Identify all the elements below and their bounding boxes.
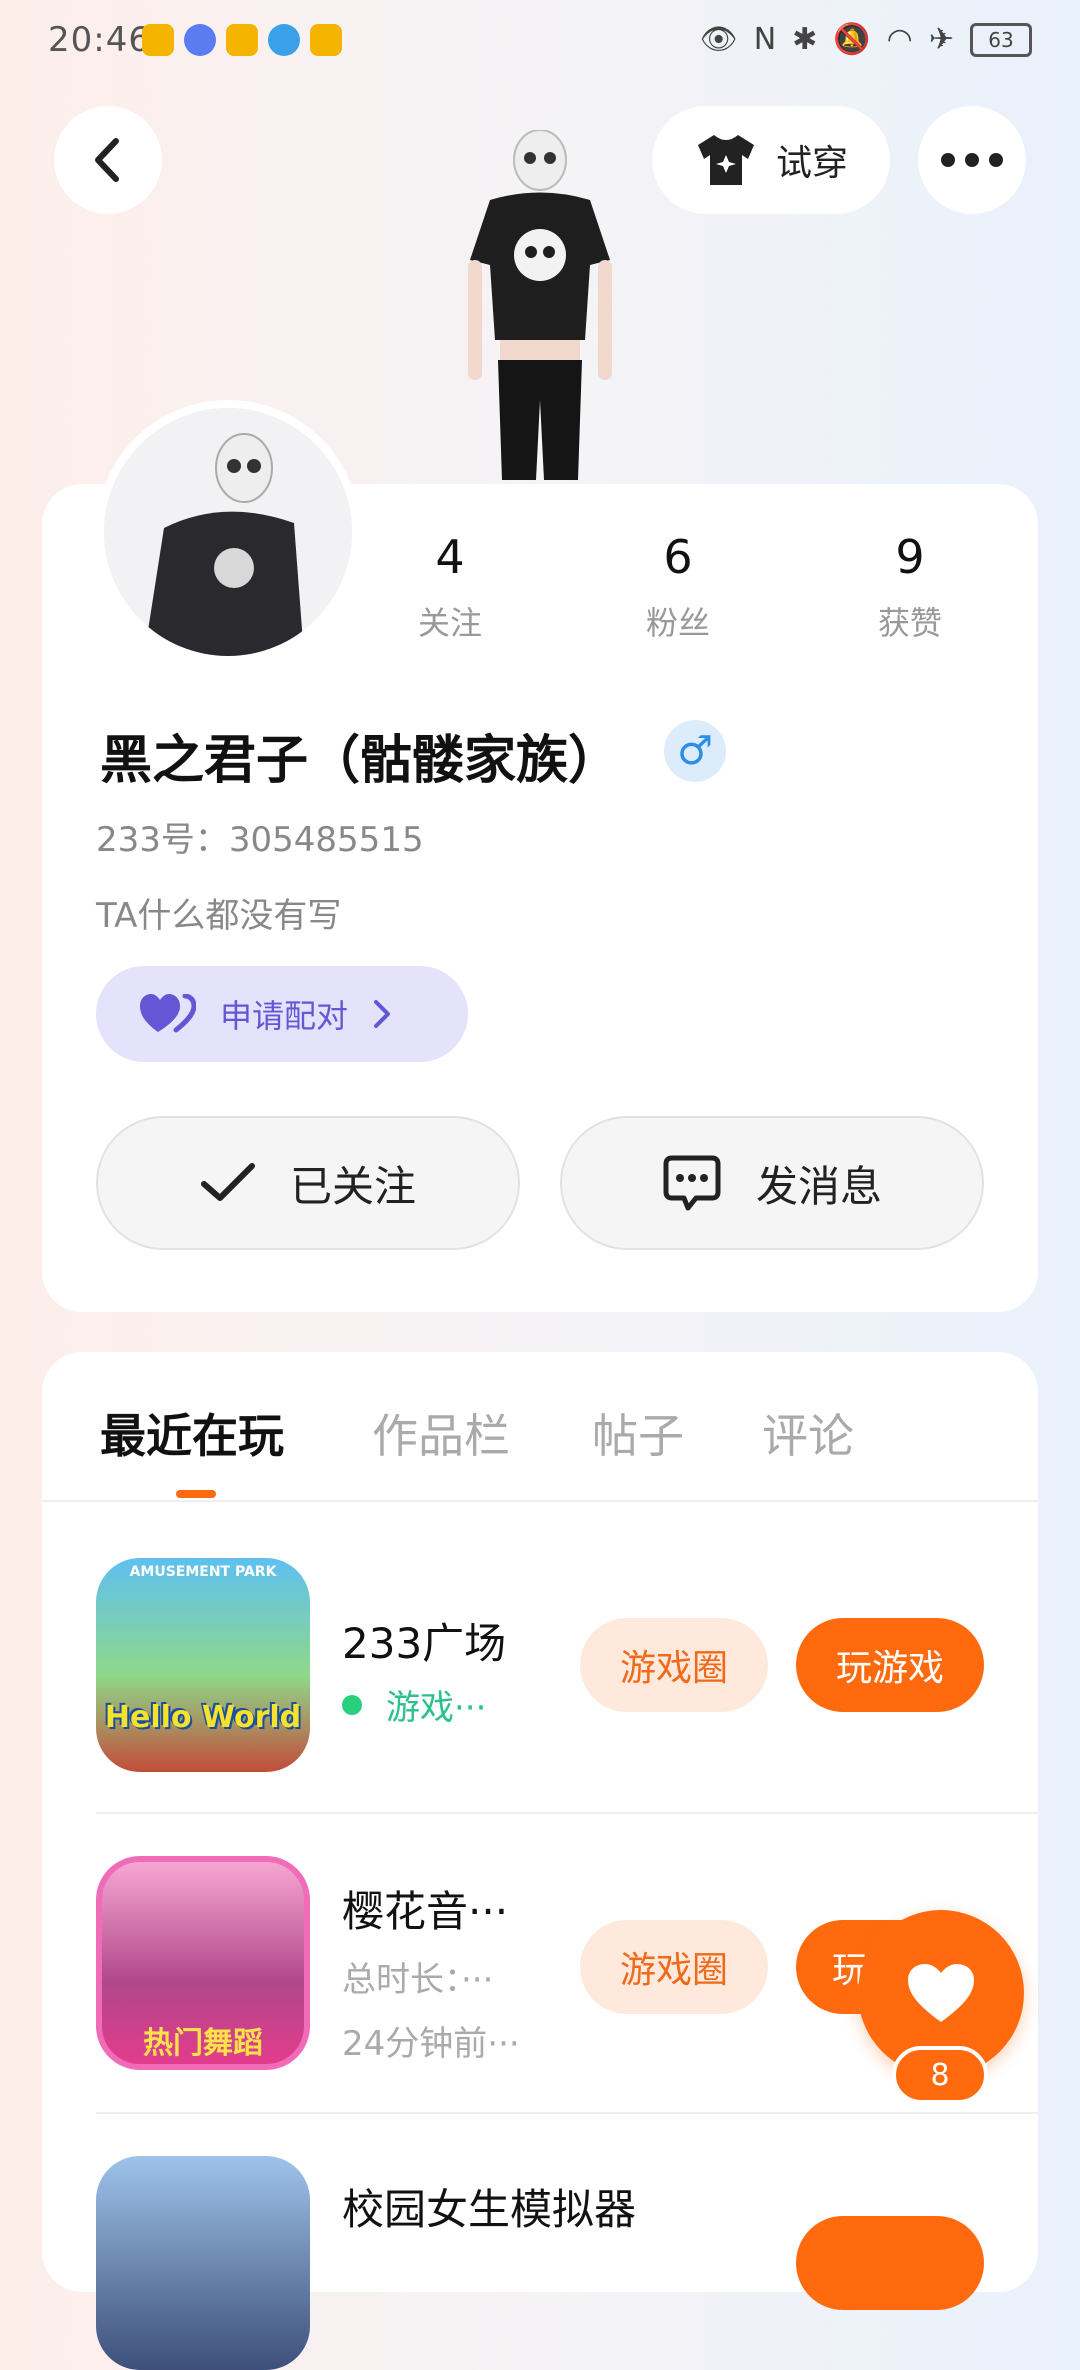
online-dot-icon <box>342 1694 362 1715</box>
apply-pair-button[interactable]: 申请配对 <box>96 966 468 1062</box>
game-last-played: 24分钟前··· <box>342 2024 520 2064</box>
eye-icon: 👁 <box>699 22 738 57</box>
tab-recent-play[interactable]: 最近在玩 <box>100 1400 284 1466</box>
game-total-duration: 总时长：··· <box>342 1960 494 2000</box>
system-icons: 👁 N ✱ 🔕 ◠ ✈ 63 <box>700 22 1032 57</box>
weibo-notification-icon <box>142 24 174 56</box>
tab-posts[interactable]: 帖子 <box>592 1400 684 1466</box>
followed-button[interactable]: 已关注 <box>96 1116 520 1250</box>
game-icon-text: 热门舞蹈 <box>143 2026 263 2061</box>
game-status: 游戏··· <box>342 1680 486 1729</box>
try-on-label: 试穿 <box>775 143 848 184</box>
wifi-icon: ◠ <box>886 22 913 57</box>
stat-label: 粉丝 <box>645 604 710 642</box>
game-circle-button[interactable]: 游戏圈 <box>580 1618 768 1712</box>
play-game-button[interactable]: 玩游戏 <box>796 1618 984 1712</box>
row-divider <box>96 1812 1038 1814</box>
try-on-button[interactable]: 试穿 <box>652 106 890 214</box>
game-icon-text: Hello World <box>104 1700 302 1735</box>
heart-icon <box>908 1964 974 2022</box>
music-notification-icon <box>184 24 216 56</box>
game-icon-233-plaza[interactable]: AMUSEMENT PARK Hello World <box>96 1558 310 1772</box>
active-tab-indicator <box>176 1490 216 1498</box>
apply-pair-label: 申请配对 <box>220 997 349 1035</box>
stat-value: 4 <box>435 530 465 584</box>
nfc-icon: N <box>753 22 777 57</box>
double-heart-icon <box>140 994 196 1033</box>
user-id: 233号：305485515 <box>96 820 424 860</box>
user-name: 黑之君子（骷髅家族） <box>100 731 621 791</box>
tabs-divider <box>42 1500 1038 1502</box>
stat-label: 获赞 <box>877 604 942 642</box>
shirt-icon <box>697 135 754 185</box>
check-icon <box>200 1163 255 1201</box>
user-bio: TA什么都没有写 <box>96 896 342 936</box>
stat-likes[interactable]: 9 获赞 <box>830 530 990 644</box>
stat-value: 6 <box>663 530 693 584</box>
bluetooth-icon: ✱ <box>792 22 818 57</box>
send-message-button[interactable]: 发消息 <box>560 1116 984 1250</box>
app-notification-icon <box>268 24 300 56</box>
more-button[interactable] <box>918 106 1026 214</box>
weibo-notification-icon <box>310 24 342 56</box>
send-message-label: 发消息 <box>755 1161 882 1211</box>
game-title: 233广场 <box>342 1619 507 1668</box>
more-dots-icon <box>941 153 1003 167</box>
notification-icons <box>142 24 342 56</box>
game-title: 校园女生模拟器 <box>342 2185 637 2234</box>
followed-label: 已关注 <box>289 1161 416 1211</box>
chevron-right-icon <box>374 1000 391 1028</box>
game-icon-school-girl[interactable] <box>96 2156 310 2370</box>
tab-comments[interactable]: 评论 <box>762 1400 854 1466</box>
male-gender-icon: ♂ <box>664 720 726 782</box>
avatar-3d-figure <box>468 130 612 480</box>
game-title: 樱花音··· <box>342 1887 509 1936</box>
status-time: 20:46 <box>48 20 151 60</box>
weibo-notification-icon <box>226 24 258 56</box>
tab-works[interactable]: 作品栏 <box>372 1400 510 1466</box>
avatar-image <box>104 408 352 656</box>
game-status-text: 游戏··· <box>386 1688 487 1728</box>
row-divider <box>96 2112 1038 2114</box>
play-game-button[interactable] <box>796 2216 984 2310</box>
avatar[interactable] <box>96 400 360 664</box>
airplane-icon: ✈ <box>928 22 954 57</box>
stat-label: 关注 <box>417 604 482 642</box>
battery-icon: 63 <box>970 22 1032 57</box>
stat-following[interactable]: 4 关注 <box>370 530 530 644</box>
chat-bubble-icon <box>663 1155 721 1211</box>
back-button[interactable] <box>54 106 162 214</box>
status-bar: 20:46 👁 N ✱ 🔕 ◠ ✈ 63 <box>0 0 1080 88</box>
game-circle-button[interactable]: 游戏圈 <box>580 1920 768 2014</box>
game-icon-caption: AMUSEMENT PARK <box>129 1564 277 1580</box>
stat-fans[interactable]: 6 粉丝 <box>598 530 758 644</box>
mute-icon: 🔕 <box>833 22 871 57</box>
game-icon-sakura[interactable]: 热门舞蹈 <box>96 1856 310 2070</box>
like-count-badge: 8 <box>892 2046 988 2104</box>
stat-value: 9 <box>895 530 925 584</box>
chevron-left-icon <box>95 138 119 182</box>
